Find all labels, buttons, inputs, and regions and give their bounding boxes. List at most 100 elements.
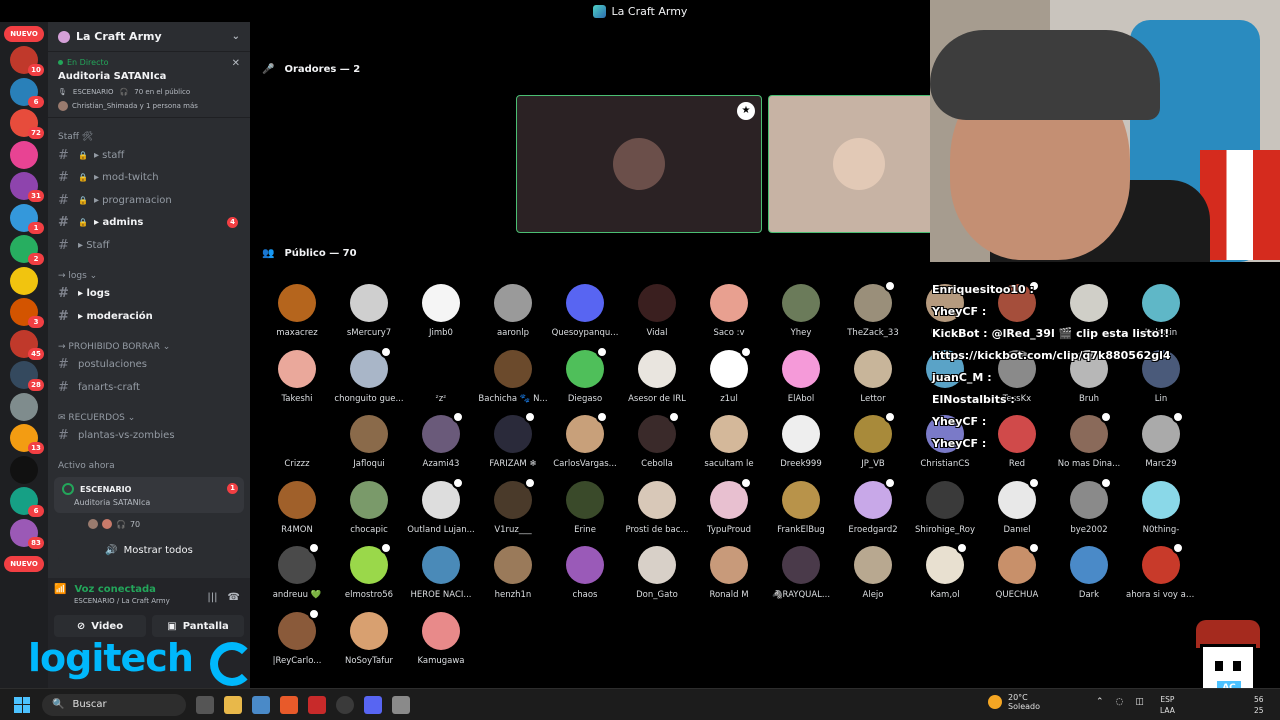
audience-member[interactable]: Dark — [1054, 546, 1124, 600]
audience-member[interactable]: aaronlp — [478, 284, 548, 338]
server-icon[interactable] — [10, 392, 38, 421]
audience-member[interactable]: Quesoypanqu... — [550, 284, 620, 338]
audience-member[interactable]: chonguito gue... — [334, 345, 404, 404]
audience-member[interactable]: chocapic — [334, 480, 404, 535]
audience-member[interactable]: Saco :v — [694, 284, 764, 338]
disconnect-icon[interactable]: ☎ — [228, 592, 240, 603]
server-header[interactable]: La Craft Army ⌄ — [48, 22, 250, 52]
windows-start-icon[interactable] — [14, 696, 30, 713]
clock[interactable]: 56 25 — [1254, 694, 1264, 716]
audience-member[interactable]: bye2002 — [1054, 476, 1124, 535]
audience-member[interactable]: ahora si voy a ... — [1126, 542, 1196, 600]
audience-member[interactable]: elmostro56 — [334, 542, 404, 600]
audience-member[interactable]: Alejo — [838, 546, 908, 600]
channel-item[interactable]: # 🔒 ▸ admins 4 — [48, 212, 250, 235]
audience-member[interactable]: ElAbol — [766, 349, 836, 404]
channel-item[interactable]: # ▸ Staff — [48, 234, 250, 257]
audience-member[interactable]: Diegaso — [550, 345, 620, 404]
audience-member[interactable]: Asesor de IRL — [622, 349, 692, 404]
audience-member[interactable]: 🦓RAYQUAL... — [766, 546, 836, 600]
speaker-tile[interactable] — [768, 95, 948, 233]
audience-member[interactable]: Kamugawa — [406, 611, 476, 666]
audience-member[interactable]: Prosti de bac... — [622, 480, 692, 535]
audience-member[interactable]: Yhey — [766, 284, 836, 338]
audience-member[interactable]: V1ruz___ — [478, 476, 548, 535]
channel-item[interactable]: # 🔒 ▸ mod-twitch — [48, 167, 250, 190]
audience-member[interactable]: FrankElBug — [766, 480, 836, 535]
file-explorer-icon[interactable] — [224, 695, 242, 714]
channel-item[interactable]: # 🔒 ▸ staff — [48, 144, 250, 167]
category-header[interactable]: → logs ⌄ — [48, 269, 250, 283]
show-all-button[interactable]: 🔊 Mostrar todos — [58, 539, 240, 561]
app-icon[interactable] — [308, 695, 326, 714]
audience-member[interactable]: Crizzz — [262, 415, 332, 469]
audience-member[interactable]: CarlosVargas... — [550, 411, 620, 469]
audience-member[interactable]: Vidal — [622, 284, 692, 338]
settings-icon[interactable] — [392, 695, 410, 714]
audience-member[interactable]: N0thing- — [1126, 480, 1196, 535]
audience-member[interactable]: z1ul — [694, 345, 764, 404]
audience-member[interactable]: Erine — [550, 480, 620, 535]
weather-widget[interactable]: 20°C Soleado — [988, 693, 1040, 711]
volume-icon[interactable]: ◫ — [1135, 697, 1144, 707]
speaker-tile[interactable]: ★ — [516, 95, 762, 233]
chevron-down-icon[interactable]: ⌄ — [232, 31, 240, 42]
channel-item[interactable]: # ▸ moderación — [48, 305, 250, 328]
audience-member[interactable]: henzh1n — [478, 546, 548, 600]
server-icon[interactable] — [10, 140, 38, 169]
audience-member[interactable]: JP_VB — [838, 411, 908, 469]
audience-member[interactable]: chaos — [550, 546, 620, 600]
audience-member[interactable]: NoSoyTafur — [334, 611, 404, 666]
audience-member[interactable]: Takeshi — [262, 349, 332, 404]
audience-member[interactable]: Cebolla — [622, 411, 692, 469]
channel-item[interactable]: # postulaciones — [48, 354, 250, 377]
audience-member[interactable]: Danıel — [982, 476, 1052, 535]
audience-member[interactable]: HÉROE NACI... — [406, 546, 476, 600]
audience-member[interactable]: TheZack_33 — [838, 280, 908, 338]
audience-member[interactable]: sacultam le — [694, 415, 764, 469]
close-icon[interactable]: ✕ — [232, 58, 240, 69]
store-icon[interactable] — [252, 695, 270, 714]
server-icon[interactable] — [10, 266, 38, 295]
audience-member[interactable]: FARIZAM ❄ — [478, 411, 548, 469]
task-view-icon[interactable] — [196, 695, 214, 714]
soundboard-icon[interactable]: ||| — [207, 592, 217, 603]
audience-member[interactable]: Dreek999 — [766, 415, 836, 469]
chevron-up-icon[interactable]: ⌃ — [1096, 697, 1104, 707]
taskbar-search[interactable]: 🔍 Buscar — [42, 693, 186, 716]
audience-member[interactable]: ᶻzᶻ — [406, 349, 476, 404]
audience-member[interactable]: QUECHUA — [982, 542, 1052, 600]
video-button[interactable]: ⊘ Video — [54, 615, 146, 637]
audience-member[interactable]: Outland Lujan... — [406, 476, 476, 535]
network-icon[interactable]: ◌ — [1116, 697, 1124, 707]
channel-item[interactable]: # ▸ logs — [48, 283, 250, 306]
audience-member[interactable]: Lettor — [838, 349, 908, 404]
audience-member[interactable]: Don_Gato — [622, 546, 692, 600]
audience-member[interactable]: R4MON — [262, 480, 332, 535]
audience-member[interactable]: Jafloqui — [334, 415, 404, 469]
audience-member[interactable]: TypuProud — [694, 476, 764, 535]
audience-member[interactable]: andreuu 💚 — [262, 542, 332, 600]
audience-member[interactable]: sMercury7 — [334, 284, 404, 338]
channel-item[interactable]: # plantas-vs-zombies — [48, 425, 250, 448]
obs-icon[interactable] — [336, 695, 354, 714]
language-indicator[interactable]: ESP LAA — [1160, 694, 1175, 716]
audience-member[interactable]: Eroedgard2 — [838, 476, 908, 535]
active-stage-card[interactable]: ESCENARIO Auditoria SATANIca 1 — [54, 477, 244, 513]
discord-icon[interactable] — [364, 695, 382, 714]
audience-member[interactable]: maxacrez — [262, 284, 332, 338]
category-header[interactable]: ✉ RECUERDOS ⌄ — [48, 411, 250, 425]
channel-item[interactable]: # fanarts-craft — [48, 376, 250, 399]
audience-member[interactable]: |ReyCarlo... — [262, 607, 332, 666]
browser-icon[interactable] — [280, 695, 298, 714]
category-header[interactable]: Staff 🛠 — [48, 130, 250, 144]
audience-member[interactable]: Shirohige_Roy — [910, 480, 980, 535]
audience-member[interactable]: Azami43 — [406, 411, 476, 469]
screen-share-button[interactable]: ▣ Pantalla — [152, 615, 244, 637]
server-icon[interactable] — [10, 455, 38, 484]
channel-item[interactable]: # 🔒 ▸ programacion — [48, 189, 250, 212]
audience-member[interactable]: Kam,ol — [910, 542, 980, 600]
category-header[interactable]: → PROHIBIDO BORRAR ⌄ — [48, 340, 250, 354]
audience-member[interactable]: Jimb0 — [406, 284, 476, 338]
audience-member[interactable]: Bachicha 🐾 N... — [478, 349, 548, 404]
